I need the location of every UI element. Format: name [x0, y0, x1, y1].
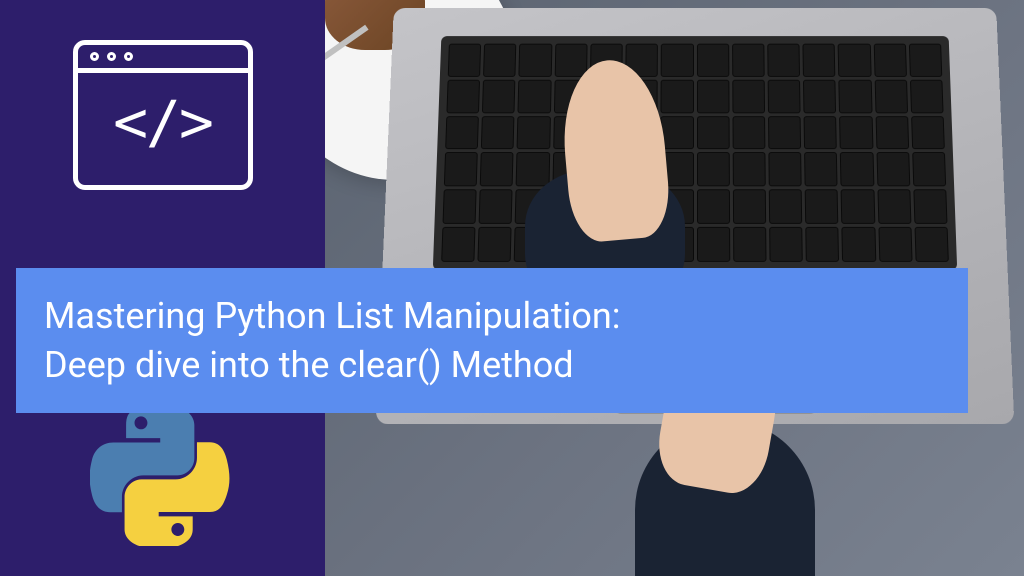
window-dot-icon: [90, 52, 99, 61]
code-brackets-icon: </>: [113, 88, 212, 156]
keyboard-key: [769, 227, 803, 262]
keyboard-key: [516, 153, 550, 187]
keyboard-key: [732, 116, 765, 150]
keyboard-key: [444, 153, 478, 187]
keyboard-key: [696, 153, 729, 187]
keyboard-key: [839, 80, 872, 113]
keyboard-key: [909, 44, 943, 77]
keyboard-key: [913, 190, 947, 224]
keyboard-key: [696, 116, 729, 150]
keyboard-key: [697, 227, 730, 262]
window-frame: </>: [73, 40, 253, 190]
keyboard-key: [804, 116, 837, 150]
keyboard-key: [732, 153, 765, 187]
keyboard-key: [696, 44, 729, 77]
keyboard-key: [478, 227, 512, 262]
keyboard-key: [803, 44, 836, 77]
title-line-2: Deep dive into the clear() Method: [44, 344, 574, 386]
keyboard-key: [803, 80, 836, 113]
keyboard-key: [445, 116, 479, 150]
keyboard-key: [483, 44, 516, 77]
keyboard-key: [767, 44, 800, 77]
window-header: [78, 45, 248, 73]
keyboard-key: [482, 80, 516, 113]
keyboard-key: [875, 116, 909, 150]
keyboard: [433, 36, 957, 270]
keyboard-key: [805, 227, 839, 262]
keyboard-key: [769, 190, 803, 224]
keyboard-key: [805, 190, 839, 224]
keyboard-key: [912, 153, 946, 187]
python-logo-icon: [90, 406, 230, 546]
keyboard-key: [448, 44, 482, 77]
title-text: Mastering Python List Manipulation: Deep…: [44, 292, 940, 389]
keyboard-key: [874, 80, 908, 113]
title-banner: Mastering Python List Manipulation: Deep…: [16, 268, 968, 413]
keyboard-key: [480, 153, 514, 187]
keyboard-key: [842, 227, 876, 262]
keyboard-key: [481, 116, 515, 150]
keyboard-key: [839, 116, 873, 150]
keyboard-key: [518, 80, 551, 113]
keyboard-key: [877, 190, 911, 224]
keyboard-key: [911, 116, 945, 150]
keyboard-key: [517, 116, 551, 150]
code-window-icon: </>: [73, 40, 253, 190]
keyboard-key: [732, 80, 765, 113]
keyboard-key: [661, 116, 694, 150]
keyboard-key: [804, 153, 838, 187]
keyboard-key: [768, 153, 801, 187]
banner-container: </>: [0, 0, 1024, 576]
keyboard-key: [733, 190, 766, 224]
title-line-1: Mastering Python List Manipulation:: [44, 295, 621, 337]
keyboard-key: [876, 153, 910, 187]
keyboard-key: [733, 227, 767, 262]
keyboard-key: [554, 44, 587, 77]
keyboard-key: [841, 190, 875, 224]
window-dot-icon: [124, 52, 133, 61]
keyboard-key: [768, 116, 801, 150]
keyboard-key: [519, 44, 552, 77]
keyboard-key: [479, 190, 513, 224]
keyboard-key: [696, 190, 729, 224]
keyboard-key: [696, 80, 729, 113]
keyboard-key: [840, 153, 874, 187]
keyboard-key: [768, 80, 801, 113]
keyboard-key: [838, 44, 871, 77]
keyboard-key: [446, 80, 480, 113]
keyboard-key: [914, 227, 949, 262]
keyboard-key: [661, 80, 694, 113]
keyboard-key: [878, 227, 912, 262]
keyboard-key: [873, 44, 906, 77]
window-dot-icon: [107, 52, 116, 61]
keyboard-key: [910, 80, 944, 113]
keyboard-key: [443, 190, 477, 224]
keyboard-key: [661, 44, 694, 77]
keyboard-key: [441, 227, 476, 262]
keyboard-key: [732, 44, 765, 77]
